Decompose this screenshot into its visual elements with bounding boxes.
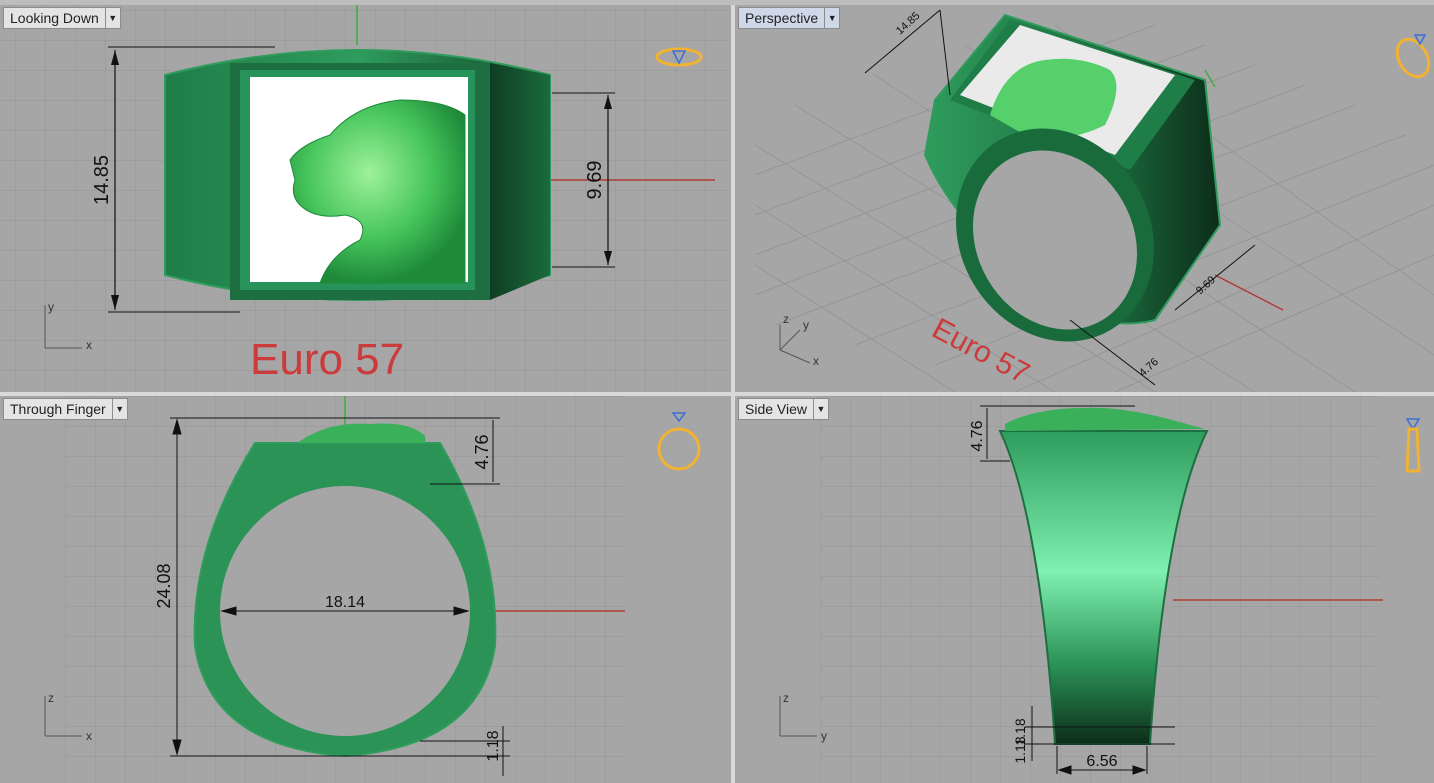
through-finger-canvas[interactable]: 24.08 4.76 18.14 1.18 z x [0, 396, 731, 783]
viewport-title: Through Finger [10, 401, 106, 417]
viewport-title: Looking Down [10, 10, 99, 26]
dropdown-icon[interactable]: ▼ [824, 8, 839, 28]
viewport-tab-perspective[interactable]: Perspective ▼ [738, 7, 841, 29]
dim-label-total: 24.08 [154, 563, 174, 608]
dim-label-height: 14.85 [91, 155, 113, 205]
viewport-tab-side-view[interactable]: Side View ▼ [738, 398, 830, 420]
viewport-perspective[interactable]: 14.85 9.69 4.76 Euro 57 z y x Perspectiv… [735, 5, 1434, 392]
dropdown-icon[interactable]: ▼ [111, 399, 127, 419]
viewport-looking-down[interactable]: 14.85 9.69 y x Euro 57 Looking Down ▼ [0, 5, 731, 392]
svg-text:y: y [48, 300, 54, 314]
dim-label-width: 6.56 [1086, 753, 1117, 770]
dropdown-icon[interactable]: ▼ [104, 8, 120, 28]
svg-text:x: x [86, 729, 92, 743]
dim-label-inner: 9.69 [584, 161, 606, 200]
dim-label-top: 4.76 [969, 420, 986, 451]
looking-down-canvas[interactable]: 14.85 9.69 y x [0, 5, 731, 392]
viewport-title: Side View [745, 401, 808, 417]
dim-label-a: 14.85 [894, 10, 922, 37]
viewport-through-finger[interactable]: 24.08 4.76 18.14 1.18 z x Through Finger… [0, 396, 731, 783]
dim-label-inner: 18.14 [325, 594, 365, 611]
axis-indicator: z y x [779, 312, 819, 368]
ring-top-model[interactable] [164, 49, 551, 301]
euro-57-label: Euro 57 [250, 335, 405, 384]
svg-text:z: z [783, 312, 789, 326]
dropdown-icon[interactable]: ▼ [813, 399, 828, 419]
svg-text:z: z [783, 691, 789, 705]
dim-label-c: 4.76 [1137, 356, 1161, 379]
svg-text:x: x [813, 354, 819, 368]
ring-side-icon[interactable] [1405, 418, 1421, 473]
axis-indicator: z y [779, 691, 827, 743]
dim-label-bottom-b: 1.18 [1012, 736, 1028, 763]
svg-text:y: y [821, 729, 827, 743]
viewport-title: Perspective [745, 10, 819, 26]
svg-text:y: y [803, 318, 809, 332]
side-view-canvas[interactable]: 4.76 1.18 1.18 6.56 z y [735, 396, 1434, 783]
dim-label-bottom: 1.18 [485, 730, 502, 761]
ring-front-model[interactable] [193, 423, 497, 758]
x-axis-line [1214, 274, 1284, 311]
viewport-splitter-horizontal[interactable] [0, 392, 1434, 396]
viewport-tab-through-finger[interactable]: Through Finger ▼ [3, 398, 128, 420]
z-axis-line [1204, 69, 1216, 88]
viewport-side-view[interactable]: 4.76 1.18 1.18 6.56 z y Side View ▼ [735, 396, 1434, 783]
viewport-tab-looking-down[interactable]: Looking Down ▼ [3, 7, 121, 29]
ring-front-icon[interactable] [657, 412, 701, 471]
perspective-canvas[interactable]: 14.85 9.69 4.76 Euro 57 z y x [735, 5, 1434, 392]
svg-text:z: z [48, 691, 54, 705]
ring-perspective-icon[interactable] [1391, 34, 1434, 83]
svg-text:x: x [86, 338, 92, 352]
dim-label-top: 4.76 [472, 434, 492, 469]
